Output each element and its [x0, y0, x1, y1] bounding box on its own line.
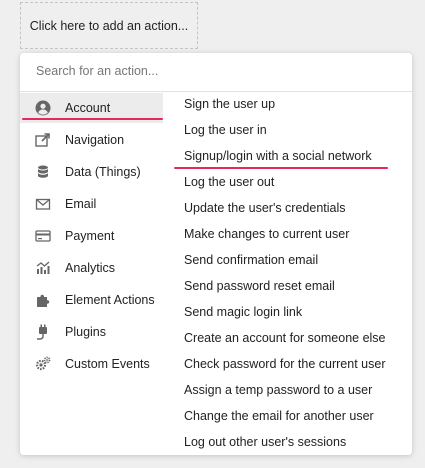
action-item[interactable]: Change the email for another user [184, 406, 374, 426]
category-label: Payment [65, 229, 115, 243]
add-action-button[interactable]: Click here to add an action... [20, 2, 198, 49]
category-label: Plugins [65, 325, 106, 339]
category-data-things[interactable]: Data (Things) [20, 157, 163, 187]
add-action-label: Click here to add an action... [29, 18, 189, 33]
analytics-chart-icon [35, 260, 51, 276]
action-item[interactable]: Send confirmation email [184, 250, 318, 270]
action-item[interactable]: Log the user in [184, 120, 267, 140]
action-item[interactable]: Log out other user's sessions [184, 432, 346, 452]
category-label: Navigation [65, 133, 125, 147]
action-item[interactable]: Assign a temp password to a user [184, 380, 372, 400]
action-item[interactable]: Check password for the current user [184, 354, 385, 374]
action-item[interactable]: Update the user's credentials [184, 198, 346, 218]
category-label: Email [65, 197, 97, 211]
action-item[interactable]: Log the user out [184, 172, 274, 192]
category-label: Analytics [65, 261, 116, 275]
action-item[interactable]: Create an account for someone else [184, 328, 386, 348]
action-item-highlighted[interactable]: Signup/login with a social network [184, 146, 372, 166]
action-item[interactable]: Make changes to current user [184, 224, 349, 244]
category-element-actions[interactable]: Element Actions [20, 285, 163, 315]
action-picker-popup: Account Navigation Data (Things) Email P… [20, 53, 412, 455]
category-label: Data (Things) [65, 165, 141, 179]
action-highlight-underline [174, 167, 388, 169]
account-highlight-underline [22, 118, 163, 120]
category-label: Account [65, 101, 111, 115]
category-custom-events[interactable]: Custom Events [20, 349, 163, 379]
plug-icon [35, 324, 51, 340]
category-label: Custom Events [65, 357, 150, 371]
user-circle-icon [35, 100, 51, 116]
category-email[interactable]: Email [20, 189, 163, 219]
credit-card-icon [35, 228, 51, 244]
category-navigation[interactable]: Navigation [20, 125, 163, 155]
gears-icon [35, 356, 51, 372]
category-analytics[interactable]: Analytics [20, 253, 163, 283]
category-payment[interactable]: Payment [20, 221, 163, 251]
category-list: Account Navigation Data (Things) Email P… [20, 91, 166, 455]
external-link-icon [35, 132, 51, 148]
category-plugins[interactable]: Plugins [20, 317, 163, 347]
category-label: Element Actions [65, 293, 155, 307]
puzzle-piece-icon [35, 292, 51, 308]
action-item[interactable]: Sign the user up [184, 94, 275, 114]
envelope-icon [35, 196, 51, 212]
search-bar [20, 53, 412, 92]
search-input[interactable] [34, 63, 398, 79]
action-item[interactable]: Send magic login link [184, 302, 302, 322]
action-item[interactable]: Send password reset email [184, 276, 335, 296]
database-icon [35, 164, 51, 180]
